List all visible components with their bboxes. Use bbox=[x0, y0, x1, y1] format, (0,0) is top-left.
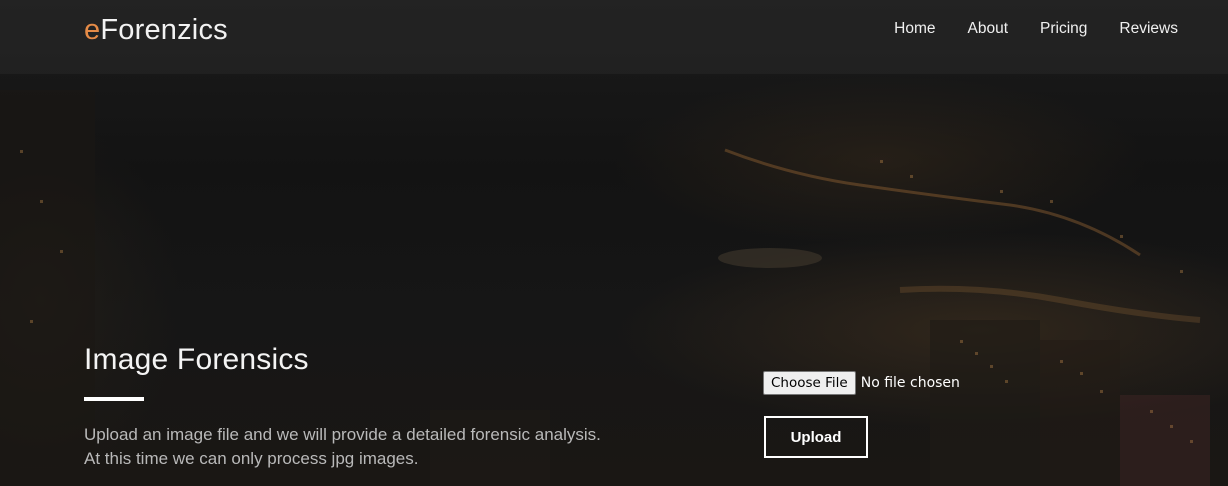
upload-button[interactable]: Upload bbox=[764, 416, 868, 458]
nav-item-about: About bbox=[968, 20, 1009, 38]
nav-link-pricing[interactable]: Pricing bbox=[1040, 20, 1087, 37]
brand-logo[interactable]: eForenzics bbox=[84, 14, 228, 47]
hero-description: Upload an image file and we will provide… bbox=[84, 423, 601, 471]
hero-title: Image Forensics bbox=[84, 343, 309, 376]
nav-item-pricing: Pricing bbox=[1040, 20, 1087, 38]
hero-description-line-2: At this time we can only process jpg ima… bbox=[84, 449, 419, 468]
choose-file-button[interactable]: Choose File bbox=[763, 371, 856, 395]
nav-item-reviews: Reviews bbox=[1119, 20, 1178, 38]
file-input: Choose File No file chosen bbox=[763, 371, 960, 395]
file-status-text: No file chosen bbox=[860, 375, 960, 391]
nav-link-about[interactable]: About bbox=[968, 20, 1009, 37]
brand-logo-accent: e bbox=[84, 14, 101, 46]
hero-divider bbox=[84, 397, 144, 401]
nav-menu: Home About Pricing Reviews bbox=[894, 20, 1178, 38]
nav-link-home[interactable]: Home bbox=[894, 20, 935, 37]
nav-item-home: Home bbox=[894, 20, 935, 38]
nav-link-reviews[interactable]: Reviews bbox=[1119, 20, 1178, 37]
top-navbar: eForenzics Home About Pricing Reviews bbox=[0, 0, 1228, 74]
hero-description-line-1: Upload an image file and we will provide… bbox=[84, 425, 601, 444]
brand-logo-text: Forenzics bbox=[100, 14, 228, 46]
